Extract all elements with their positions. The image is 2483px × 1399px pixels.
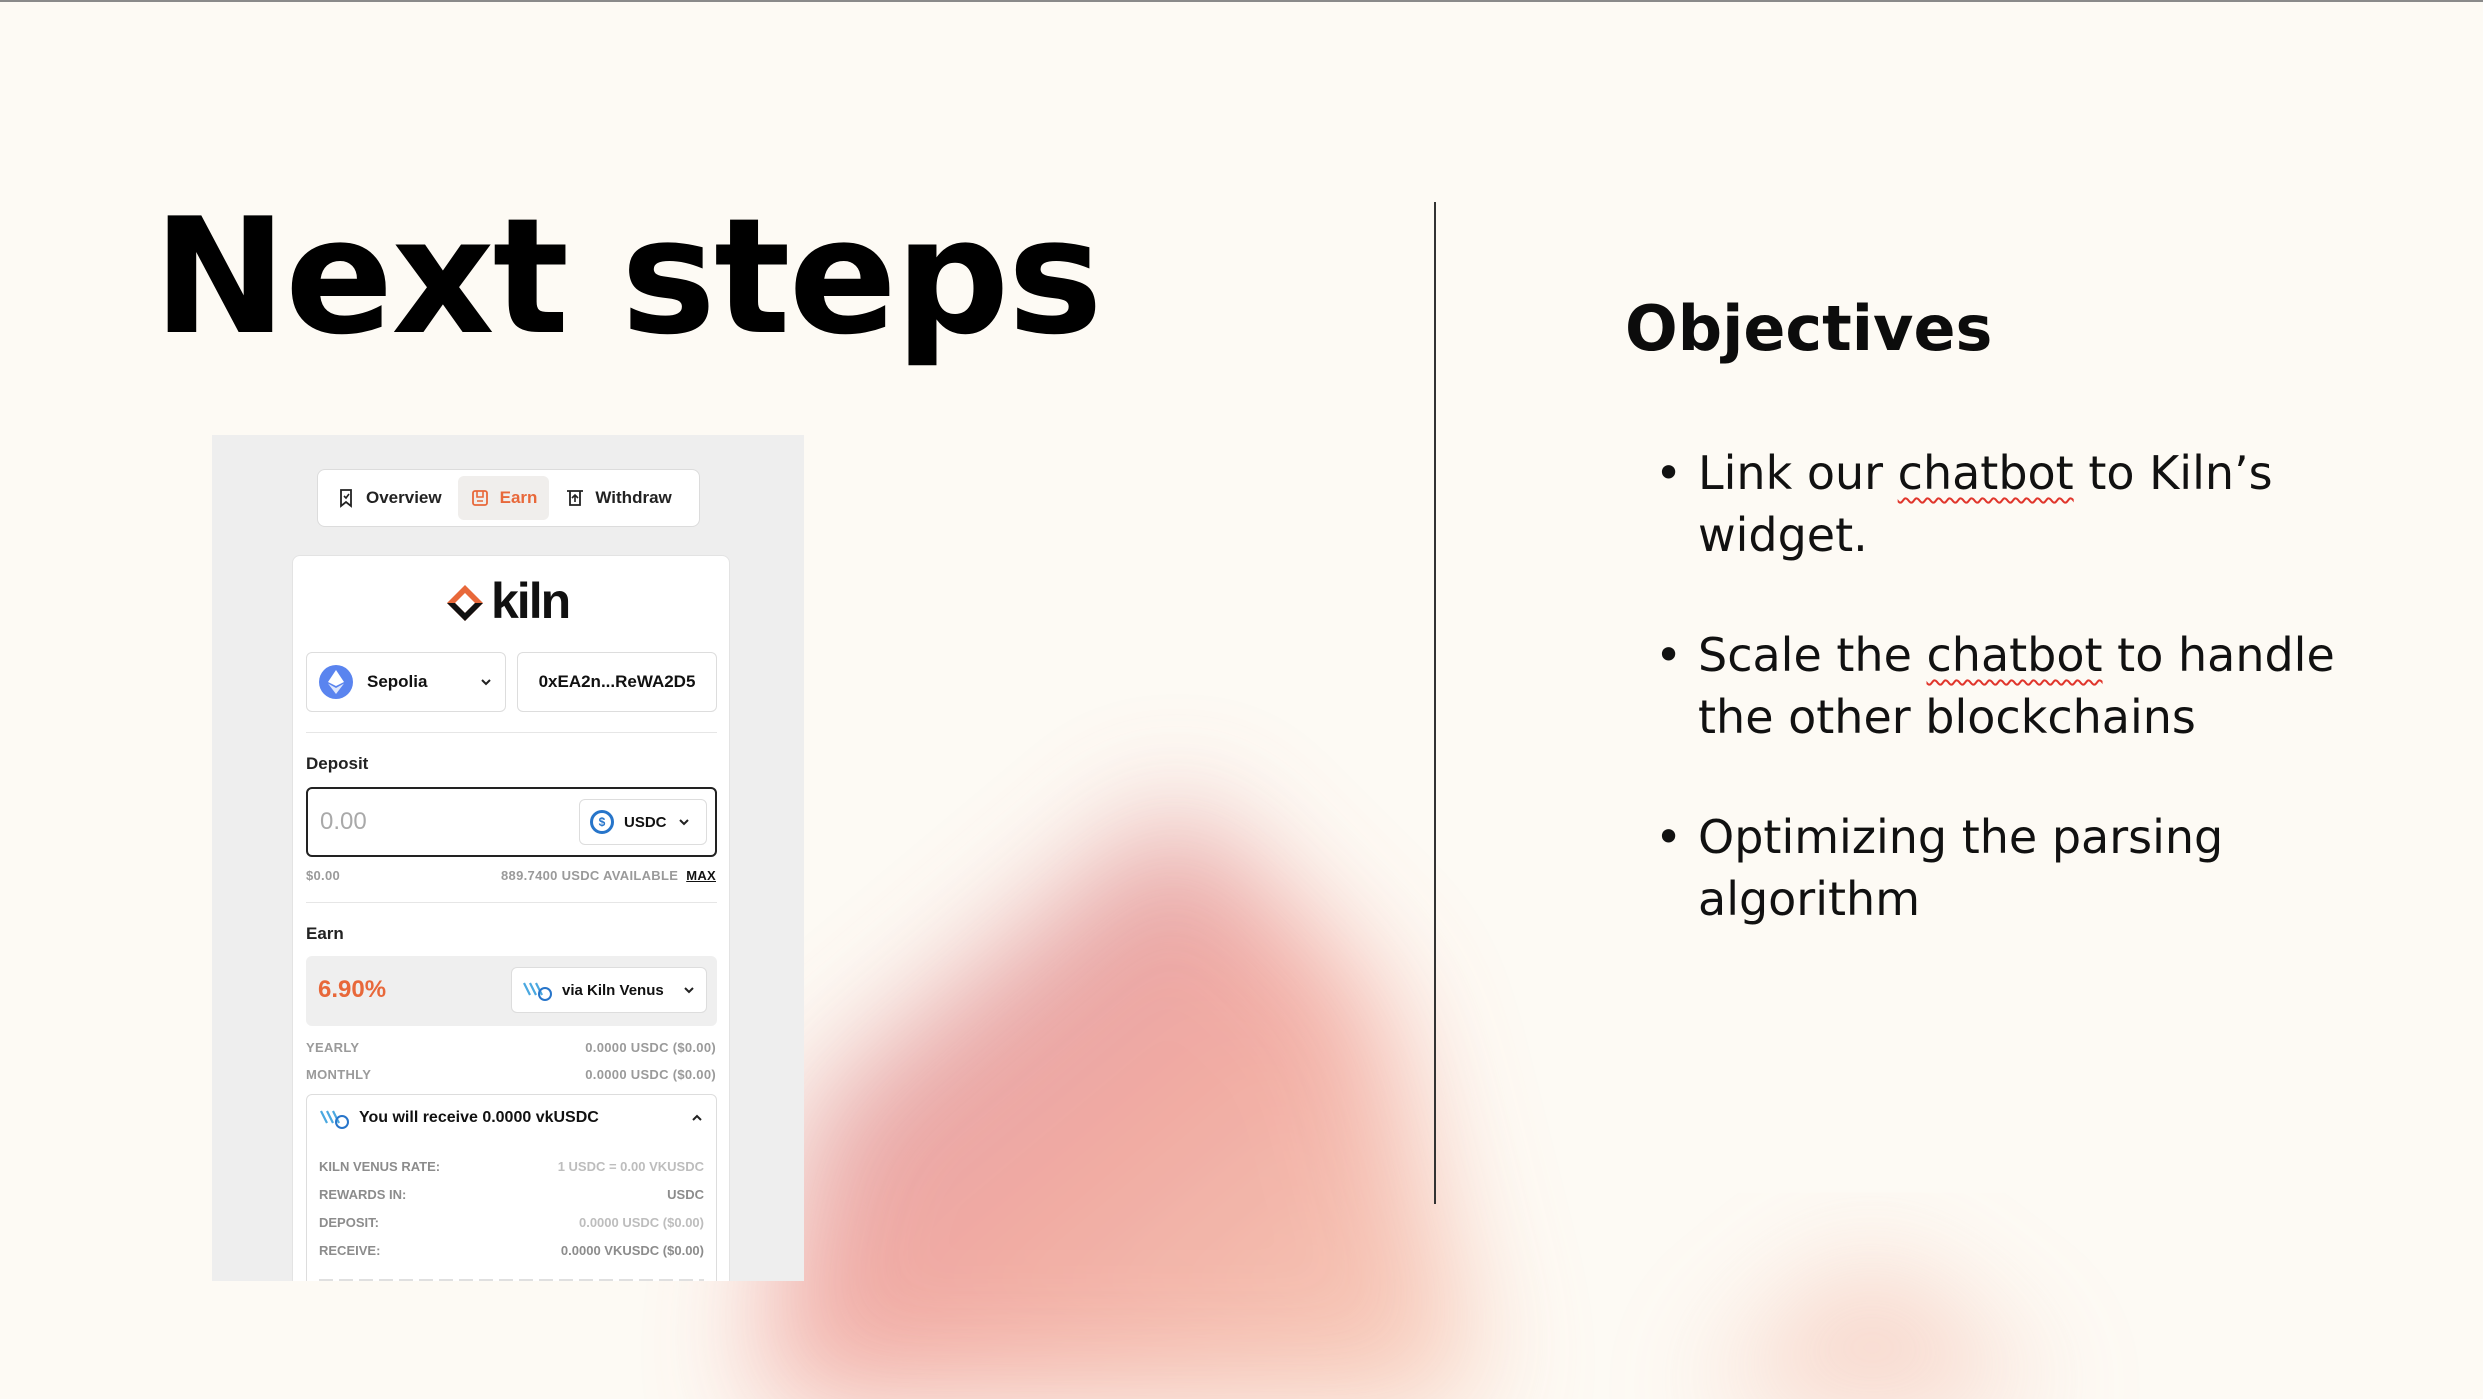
kiln-diamond-icon bbox=[447, 585, 483, 621]
objective-item: Link our chatbot to Kiln’s widget. bbox=[1655, 442, 2375, 566]
tab-withdraw[interactable]: Withdraw bbox=[553, 476, 683, 520]
objective-item: Optimizing the parsing algorithm bbox=[1655, 806, 2375, 930]
venus-icon bbox=[320, 1110, 349, 1129]
bookmark-icon bbox=[340, 489, 352, 508]
divider bbox=[306, 732, 717, 733]
kiln-logo-text: kiln bbox=[491, 573, 571, 629]
cropped-row bbox=[319, 1279, 704, 1281]
network-label: Sepolia bbox=[367, 672, 428, 691]
objectives-heading: Objectives bbox=[1625, 292, 1993, 365]
monthly-value: 0.0000 USDC ($0.00) bbox=[585, 1067, 716, 1082]
token-label: USDC bbox=[624, 813, 667, 831]
token-select[interactable]: $ USDC bbox=[579, 799, 707, 845]
apy-value: 6.90% bbox=[318, 976, 387, 1003]
chevron-down-icon bbox=[481, 679, 491, 686]
slide-title: Next steps bbox=[153, 183, 1103, 370]
tab-earn[interactable]: Earn bbox=[457, 476, 550, 520]
slide: Next steps Objectives Link our chatbot t… bbox=[0, 0, 2483, 1399]
withdraw-icon bbox=[567, 490, 584, 506]
deposit-label: Deposit bbox=[306, 754, 369, 773]
earn-icon bbox=[471, 490, 488, 506]
widget-tab-bar: Overview Earn Withdraw bbox=[317, 469, 700, 527]
earn-rate-box: 6.90% via Kiln Venus bbox=[306, 956, 717, 1026]
receive-row: RECEIVE: 0.0000 VKUSDC ($0.00) bbox=[319, 1243, 704, 1258]
venus-icon bbox=[523, 982, 552, 1001]
deposit-usd-value: $0.00 bbox=[306, 868, 341, 883]
monthly-label: MONTHLY bbox=[306, 1067, 372, 1082]
chevron-up-icon bbox=[692, 1114, 702, 1121]
wallet-address[interactable]: 0xEA2n...ReWA2D5 bbox=[517, 652, 717, 712]
spellcheck-underline: chatbot bbox=[1926, 628, 2103, 682]
receive-summary-toggle[interactable]: You will receive 0.0000 vkUSDC bbox=[319, 1107, 704, 1129]
yearly-value: 0.0000 USDC ($0.00) bbox=[585, 1040, 716, 1055]
objectives-list: Link our chatbot to Kiln’s widget. Scale… bbox=[1655, 442, 2375, 988]
receive-row: DEPOSIT: 0.0000 USDC ($0.00) bbox=[319, 1215, 704, 1230]
chevron-down-icon bbox=[678, 819, 689, 826]
tab-overview[interactable]: Overview bbox=[324, 476, 454, 520]
yearly-label: YEARLY bbox=[306, 1040, 360, 1055]
earn-card: kiln Sepolia 0xEA2n...ReWA2D5 Deposit 0.… bbox=[292, 555, 730, 1281]
kiln-logo: kiln bbox=[443, 573, 571, 629]
deposit-amount-input[interactable]: 0.00 $ USDC bbox=[306, 787, 717, 857]
usdc-icon: $ bbox=[590, 810, 614, 834]
vertical-divider bbox=[1434, 202, 1436, 1204]
vault-select[interactable]: via Kiln Venus bbox=[511, 967, 707, 1013]
kiln-widget-screenshot: Overview Earn Withdraw kiln Sepolia 0xEA… bbox=[212, 435, 804, 1281]
ethereum-icon bbox=[319, 665, 353, 699]
spellcheck-underline: chatbot bbox=[1897, 446, 2074, 500]
earn-label: Earn bbox=[306, 924, 344, 943]
chevron-down-icon bbox=[684, 987, 694, 994]
receive-row: REWARDS IN: USDC bbox=[319, 1187, 704, 1202]
available-balance: 889.7400 USDC AVAILABLE MAX bbox=[501, 868, 716, 883]
deposit-amount-value: 0.00 bbox=[320, 808, 367, 835]
receive-summary: You will receive 0.0000 vkUSDC KILN VENU… bbox=[306, 1094, 717, 1281]
network-select[interactable]: Sepolia bbox=[306, 652, 506, 712]
vault-label: via Kiln Venus bbox=[562, 981, 664, 999]
divider bbox=[306, 902, 717, 903]
objective-item: Scale the chatbot to handle the other bl… bbox=[1655, 624, 2375, 748]
max-button[interactable]: MAX bbox=[686, 868, 716, 883]
receive-row: KILN VENUS RATE: 1 USDC = 0.00 VKUSDC bbox=[319, 1159, 704, 1174]
receive-heading: You will receive 0.0000 vkUSDC bbox=[359, 1109, 599, 1126]
